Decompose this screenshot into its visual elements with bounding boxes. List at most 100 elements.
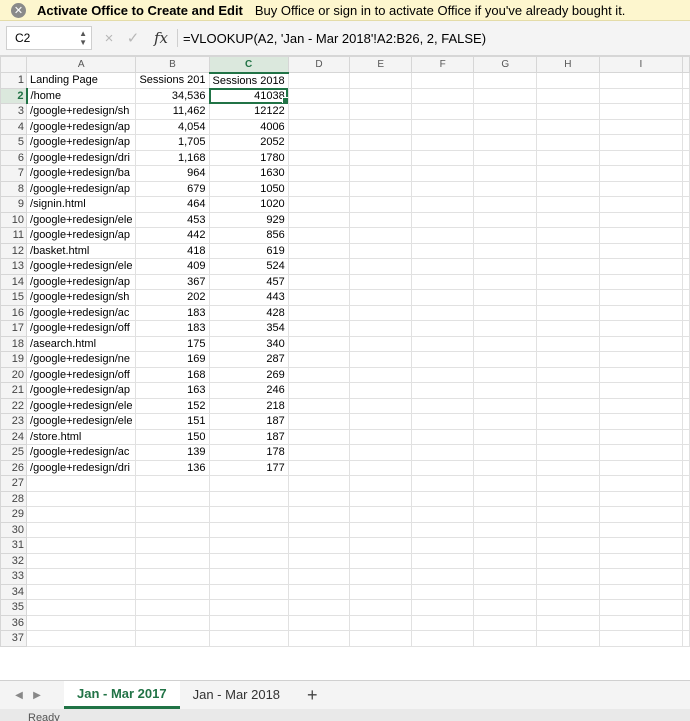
- cell[interactable]: [536, 320, 600, 337]
- cell[interactable]: [349, 382, 412, 399]
- cell[interactable]: [349, 304, 412, 321]
- cell[interactable]: [135, 537, 210, 554]
- select-all-corner[interactable]: [0, 56, 28, 73]
- cell[interactable]: [473, 258, 538, 275]
- cell[interactable]: [26, 552, 137, 569]
- cell[interactable]: /google+redesign/ele: [26, 258, 137, 275]
- cell[interactable]: [682, 196, 690, 213]
- cell[interactable]: [473, 196, 538, 213]
- cell[interactable]: [473, 87, 538, 104]
- cell[interactable]: [410, 335, 475, 352]
- cell[interactable]: [598, 382, 684, 399]
- cell[interactable]: [26, 630, 137, 647]
- cell[interactable]: [287, 599, 351, 616]
- column-header-i[interactable]: I: [598, 56, 684, 73]
- cell[interactable]: /google+redesign/ac: [26, 304, 137, 321]
- cell[interactable]: [287, 149, 351, 166]
- cell[interactable]: [208, 630, 289, 647]
- cell[interactable]: [473, 149, 538, 166]
- cell[interactable]: [410, 552, 475, 569]
- cell[interactable]: [473, 413, 538, 430]
- cell[interactable]: [26, 506, 137, 523]
- cell[interactable]: [536, 521, 600, 538]
- cell[interactable]: [536, 227, 600, 244]
- cell[interactable]: [287, 118, 351, 135]
- cell[interactable]: [410, 149, 475, 166]
- cell[interactable]: [287, 87, 351, 104]
- cell[interactable]: [349, 103, 412, 120]
- cell[interactable]: [208, 599, 289, 616]
- cell[interactable]: 152: [135, 397, 210, 414]
- cell[interactable]: [349, 583, 412, 600]
- cell[interactable]: [536, 103, 600, 120]
- cell[interactable]: [682, 552, 690, 569]
- cell[interactable]: [536, 444, 600, 461]
- cell[interactable]: [473, 211, 538, 228]
- cell[interactable]: [208, 490, 289, 507]
- cell[interactable]: [349, 366, 412, 383]
- cell[interactable]: [410, 72, 475, 89]
- cell[interactable]: [598, 397, 684, 414]
- cell[interactable]: [598, 242, 684, 259]
- cell[interactable]: [473, 428, 538, 445]
- cell[interactable]: /google+redesign/off: [26, 320, 137, 337]
- cell[interactable]: [410, 211, 475, 228]
- cell[interactable]: [682, 490, 690, 507]
- cell[interactable]: 2052: [208, 134, 289, 151]
- cell[interactable]: [26, 614, 137, 631]
- cell[interactable]: [536, 242, 600, 259]
- cell[interactable]: [349, 413, 412, 430]
- cell[interactable]: [287, 444, 351, 461]
- cell[interactable]: [682, 289, 690, 306]
- cell[interactable]: [287, 459, 351, 476]
- cell[interactable]: [536, 149, 600, 166]
- cell[interactable]: 150: [135, 428, 210, 445]
- cell[interactable]: [473, 366, 538, 383]
- row-header[interactable]: 22: [0, 397, 28, 414]
- cell[interactable]: [682, 459, 690, 476]
- cell[interactable]: [410, 180, 475, 197]
- cell[interactable]: [26, 599, 137, 616]
- cell[interactable]: [598, 506, 684, 523]
- cell[interactable]: [598, 583, 684, 600]
- cell[interactable]: [349, 351, 412, 368]
- row-header[interactable]: 8: [0, 180, 28, 197]
- cell[interactable]: [287, 103, 351, 120]
- cell[interactable]: [682, 118, 690, 135]
- cell[interactable]: [682, 242, 690, 259]
- cell[interactable]: /asearch.html: [26, 335, 137, 352]
- cell[interactable]: [208, 475, 289, 492]
- cell[interactable]: [135, 583, 210, 600]
- cell[interactable]: [287, 614, 351, 631]
- cell[interactable]: [536, 180, 600, 197]
- cell[interactable]: [473, 134, 538, 151]
- cell[interactable]: [410, 273, 475, 290]
- cell[interactable]: [536, 335, 600, 352]
- cell[interactable]: [287, 258, 351, 275]
- cell[interactable]: [536, 428, 600, 445]
- cell[interactable]: [135, 568, 210, 585]
- cell[interactable]: [410, 413, 475, 430]
- cell[interactable]: [349, 180, 412, 197]
- cell[interactable]: [287, 475, 351, 492]
- cell[interactable]: 11,462: [135, 103, 210, 120]
- cell[interactable]: [208, 521, 289, 538]
- cell[interactable]: 41038: [208, 87, 289, 104]
- cell[interactable]: [349, 72, 412, 89]
- cell[interactable]: [598, 227, 684, 244]
- cell[interactable]: [536, 382, 600, 399]
- cell[interactable]: [135, 506, 210, 523]
- cell[interactable]: [536, 165, 600, 182]
- cell[interactable]: 169: [135, 351, 210, 368]
- cell[interactable]: [349, 258, 412, 275]
- cell[interactable]: [536, 134, 600, 151]
- cell[interactable]: [598, 196, 684, 213]
- row-header[interactable]: 29: [0, 506, 28, 523]
- cell[interactable]: 34,536: [135, 87, 210, 104]
- cell[interactable]: [682, 444, 690, 461]
- cell[interactable]: [598, 134, 684, 151]
- cell[interactable]: 340: [208, 335, 289, 352]
- cell[interactable]: [410, 227, 475, 244]
- cell[interactable]: [287, 227, 351, 244]
- cell[interactable]: [536, 614, 600, 631]
